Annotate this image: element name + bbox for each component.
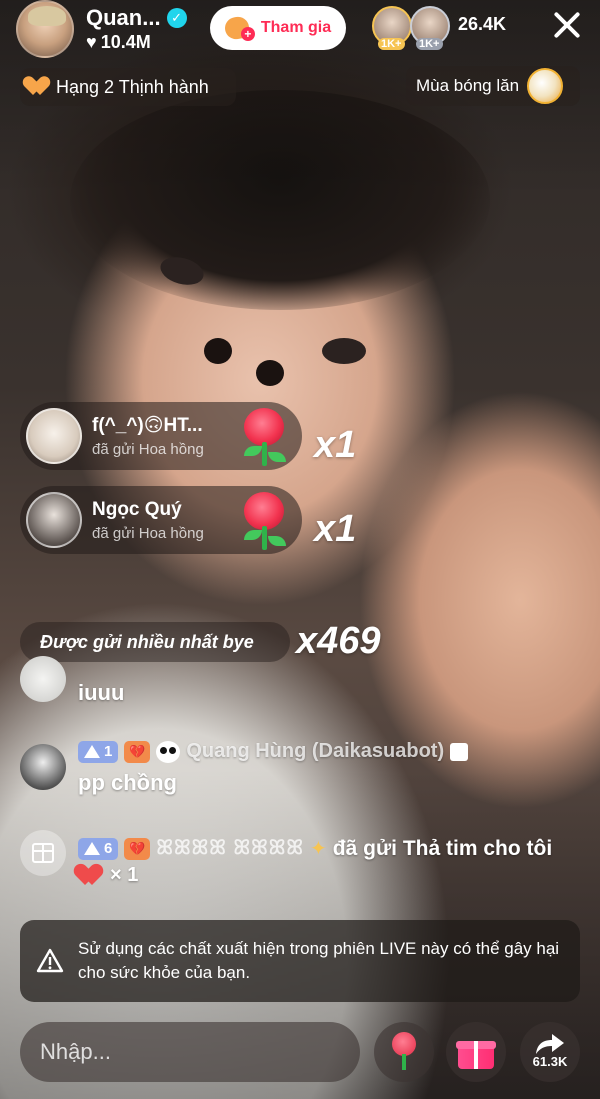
avatar[interactable] [20,744,66,790]
gift-toast[interactable]: Ngọc Quý đã gửi Hoa hồng [20,486,302,554]
sparkle-icon: ✦ [310,838,327,860]
verified-icon: ✓ [166,8,187,28]
chat-user-name[interactable]: Quang Hùng (Daikasuabot) [186,740,444,763]
avatar[interactable] [26,408,82,464]
viewer-count[interactable]: 26.4K [458,14,506,35]
avatar[interactable] [26,492,82,548]
host-name-row: Quan... ✓ [86,5,187,31]
chat-message: iuuu [78,680,125,705]
gift-toast-text: f(^_^)🙃HT... đã gửi Hoa hồng [92,414,204,458]
fan-badge-icon: 💔 [124,740,151,763]
share-count: 61.3K [532,1053,568,1069]
gift-box-icon [456,1035,496,1069]
gift-count: x1 [314,508,357,550]
level-badge: 6 [78,837,119,860]
heart-gift-icon [78,865,104,887]
top-viewers[interactable]: 1K+ 1K+ [372,6,450,50]
gift-button[interactable] [446,1022,506,1082]
warning-icon [36,947,64,975]
share-arrow-icon [535,1032,565,1054]
gift-notice-icon [20,830,66,876]
level-badge: 1 [78,740,119,763]
top-gift-count: x469 [296,620,381,662]
gift-sender-name: Ngọc Quý [92,498,182,520]
gift-line: × 1 [78,864,138,887]
gift-count: x1 [314,424,357,466]
gift-action: đã gửi Hoa hồng [92,524,204,542]
host-avatar[interactable] [16,0,74,58]
chat-header: 6 💔 ꕤꕤꕤꕤ ꕤꕤꕤꕤ ✦ đã gửi Thả tim cho tôi [78,836,552,861]
top-viewer-avatar[interactable]: 1K+ [372,6,412,50]
chat-message: đã gửi Thả tim cho tôi [332,836,553,860]
top-gift-label: Được gửi nhiều nhất bye [40,631,254,652]
rose-gift-button[interactable] [374,1022,434,1082]
gift-sender-name: f(^_^)🙃HT... [92,415,203,436]
fan-club-heart-icon: + [223,15,255,41]
host-name: Quan... [86,5,161,30]
join-label: Tham gia [260,19,332,36]
rose-icon [234,490,294,552]
share-button[interactable]: 61.3K [520,1022,580,1082]
chat-message: pp chồng [78,770,177,795]
top-gift-banner[interactable]: Được gửi nhiều nhất bye [20,622,290,662]
host-text: Quan... ✓ ♥ 10.4M [86,5,187,53]
viewer-badge: 1K+ [378,38,405,50]
ranking-badge[interactable]: Hạng 2 Thịnh hành [20,68,236,106]
ball-icon [527,68,564,104]
join-button[interactable]: + Tham gia [210,6,346,50]
rose-icon [387,1032,421,1072]
host-likes-row: ♥ 10.4M [86,32,187,53]
heart-icon: ♥ [86,32,97,52]
comment-input[interactable] [40,1039,340,1065]
panda-icon [156,740,181,763]
gift-count: × 1 [110,864,139,886]
shop-icon [450,742,469,761]
gift-toast-text: Ngọc Quý đã gửi Hoa hồng [92,499,204,542]
close-icon[interactable] [550,8,584,42]
warning-text: Sử dụng các chất xuất hiện trong phiên L… [78,939,560,982]
chat-header: 1 💔 Quang Hùng (Daikasuabot) [78,740,469,763]
viewer-badge: 1K+ [416,38,443,50]
gift-toast[interactable]: f(^_^)🙃HT... đã gửi Hoa hồng [20,402,302,470]
fan-badge-icon: 💔 [124,837,151,860]
top-viewer-avatar[interactable]: 1K+ [410,6,450,50]
season-event-badge[interactable]: Mùa bóng lăn [406,66,580,106]
season-label: Mùa bóng lăn [416,76,520,95]
broken-heart-icon [28,77,50,97]
rose-icon [234,406,294,468]
gift-action: đã gửi Hoa hồng [92,441,204,458]
comment-input-container[interactable] [20,1022,360,1082]
health-warning-banner: Sử dụng các chất xuất hiện trong phiên L… [20,920,580,1002]
chat-user-name[interactable]: ꕤꕤꕤꕤ ꕤꕤꕤꕤ [156,837,304,860]
host-likes: 10.4M [100,32,151,52]
ranking-label: Hạng 2 Thịnh hành [56,76,209,97]
avatar[interactable] [20,656,66,702]
